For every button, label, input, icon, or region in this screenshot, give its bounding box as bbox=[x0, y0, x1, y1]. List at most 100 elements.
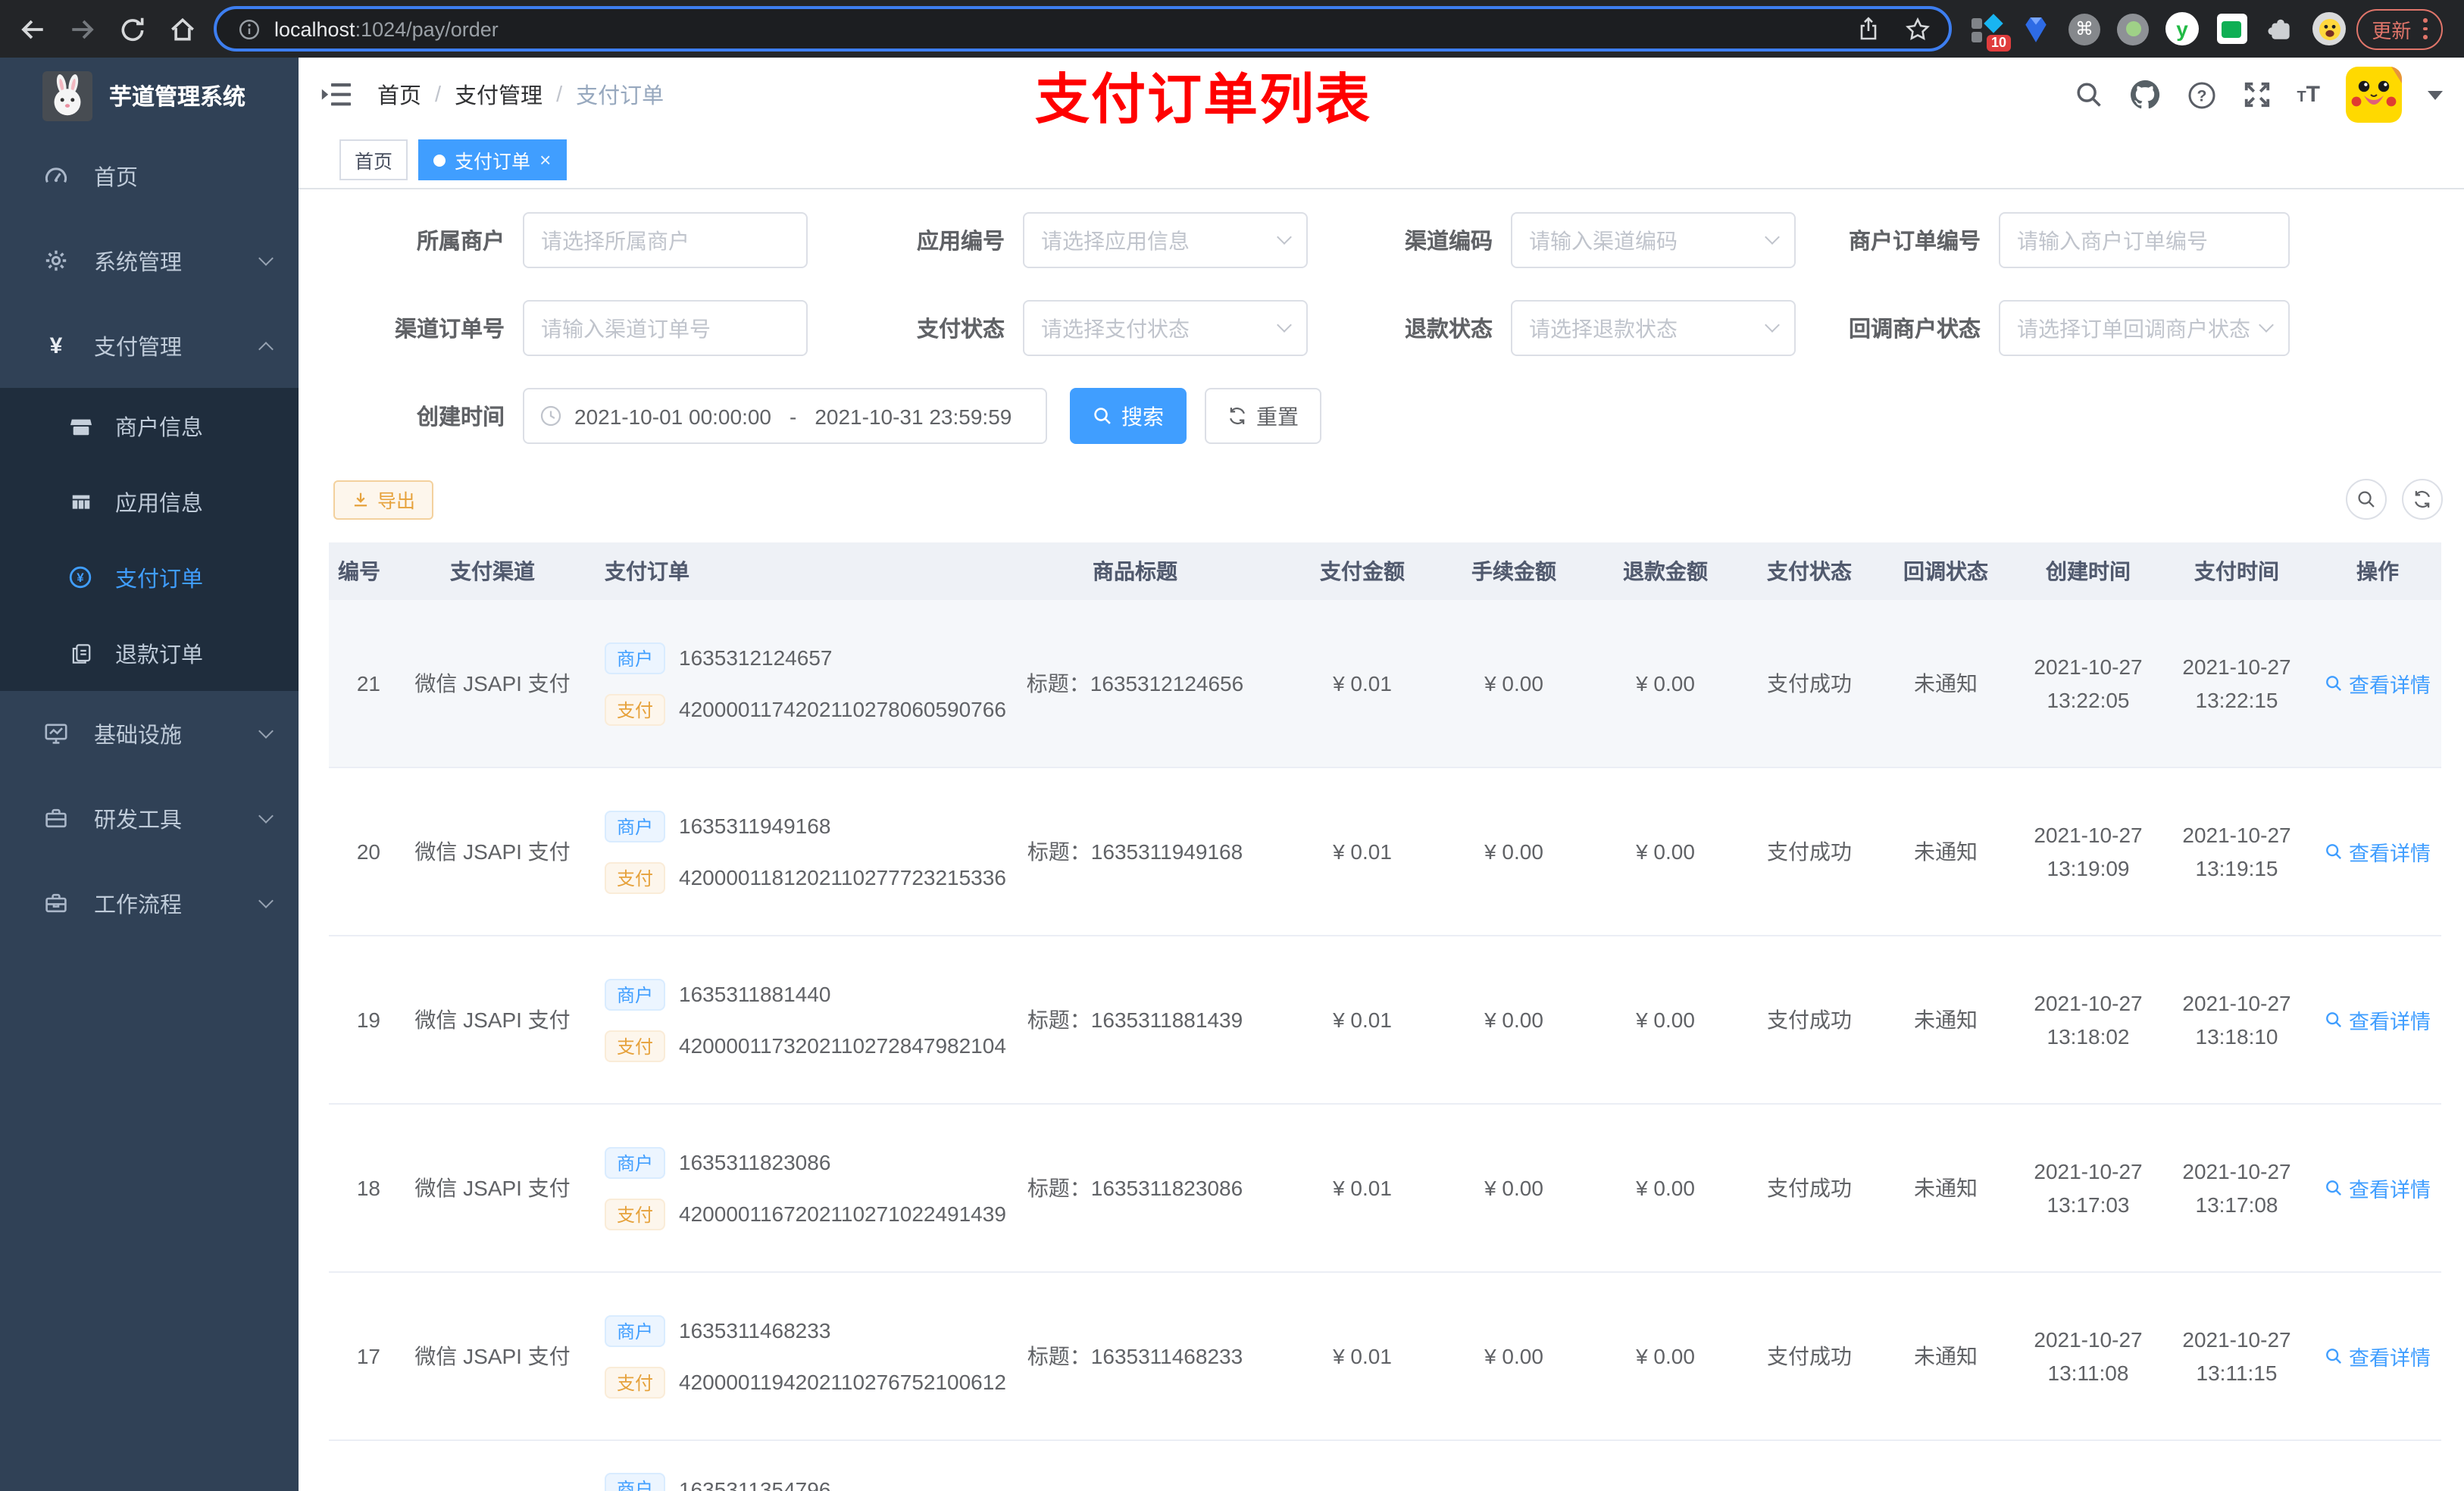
filter-notify-status: 回调商户状态 bbox=[1820, 300, 2329, 356]
show-search-toggle-button[interactable] bbox=[2346, 479, 2387, 520]
notify-status: 未通知 bbox=[1914, 1344, 1978, 1368]
pay-channel: 微信 JSAPI 支付 bbox=[414, 1344, 571, 1368]
sidebar-item-infrastructure[interactable]: 基础设施 bbox=[0, 691, 299, 776]
screen: localhost:1024/pay/order 10 ⌘ y 更新 芋道管理系… bbox=[0, 0, 2464, 1491]
pay-status: 支付成功 bbox=[1767, 1344, 1852, 1368]
export-button[interactable]: 导出 bbox=[333, 480, 434, 519]
extension-icon-4[interactable] bbox=[2117, 13, 2149, 45]
profile-emoji-icon[interactable] bbox=[2312, 12, 2346, 45]
bookmark-star-icon[interactable] bbox=[1905, 16, 1931, 42]
extension-icon-3[interactable]: ⌘ bbox=[2068, 13, 2100, 45]
paid-time-cell: 2021-10-27 13:19:15 bbox=[2182, 823, 2291, 880]
close-icon[interactable]: × bbox=[539, 150, 551, 170]
reload-icon[interactable] bbox=[118, 14, 147, 43]
font-size-icon[interactable]: TT bbox=[2297, 83, 2320, 107]
breadcrumb-pay[interactable]: 支付管理 bbox=[455, 79, 543, 111]
url-bar[interactable]: localhost:1024/pay/order bbox=[214, 6, 1952, 52]
sidebar-item-refund-order[interactable]: 退款订单 bbox=[0, 615, 299, 691]
help-icon[interactable]: ? bbox=[2186, 80, 2216, 110]
site-info-icon[interactable] bbox=[238, 17, 261, 40]
yen-icon: ¥ bbox=[49, 333, 63, 358]
sidebar-item-app-info[interactable]: 应用信息 bbox=[0, 464, 299, 539]
product-title: 标题：1635312124656 bbox=[1026, 671, 1244, 695]
chevron-down-icon bbox=[258, 724, 274, 739]
col-actions: 操作 bbox=[2356, 559, 2399, 583]
refresh-table-button[interactable] bbox=[2402, 479, 2443, 520]
filter-merchant: 所属商户 bbox=[344, 212, 844, 268]
merchant-order-number: 1635311354796 bbox=[679, 1477, 831, 1491]
extension-icon-1[interactable]: 10 bbox=[1972, 13, 2011, 51]
channel-order-no-input[interactable] bbox=[523, 300, 808, 356]
sidebar-item-merchant-info[interactable]: 商户信息 bbox=[0, 388, 299, 464]
pay-channel: 微信 JSAPI 支付 bbox=[414, 671, 571, 695]
tab-home[interactable]: 首页 bbox=[339, 139, 408, 180]
date-range-picker[interactable]: 2021-10-01 00:00:00 - 2021-10-31 23:59:5… bbox=[523, 388, 1047, 444]
breadcrumb: 首页 / 支付管理 / 支付订单 bbox=[377, 79, 664, 111]
view-detail-link[interactable]: 查看详情 bbox=[2325, 1341, 2431, 1371]
sidebar-item-system[interactable]: 系统管理 bbox=[0, 218, 299, 303]
pay-status: 支付成功 bbox=[1767, 671, 1852, 695]
view-detail-link[interactable]: 查看详情 bbox=[2325, 668, 2431, 699]
browser-toolbar: localhost:1024/pay/order 10 ⌘ y 更新 bbox=[0, 0, 2464, 58]
created-time-cell: 2021-10-27 13:17:03 bbox=[2034, 1159, 2143, 1217]
actions-cell: 查看详情 bbox=[2311, 668, 2444, 699]
user-avatar[interactable] bbox=[2346, 67, 2402, 123]
merchant-tag: 商户 bbox=[605, 1146, 666, 1178]
pay-tag: 支付 bbox=[605, 861, 666, 893]
search-icon[interactable] bbox=[2074, 80, 2103, 109]
created-time-cell: 2021-10-27 13:19:09 bbox=[2034, 823, 2143, 880]
merchant-order-number: 1635311881440 bbox=[679, 982, 831, 1006]
sidebar-item-pay-order[interactable]: ¥ 支付订单 bbox=[0, 539, 299, 615]
collapse-sidebar-icon[interactable] bbox=[321, 82, 352, 108]
merchant-order-number: 1635311823086 bbox=[679, 1150, 831, 1174]
search-button[interactable]: 搜索 bbox=[1070, 388, 1187, 444]
app-logo-row[interactable]: 芋道管理系统 bbox=[0, 58, 299, 133]
avatar-dropdown-caret[interactable] bbox=[2428, 90, 2443, 99]
sidebar-item-dev-tools[interactable]: 研发工具 bbox=[0, 776, 299, 861]
pay-amount: ¥ 0.01 bbox=[1333, 1344, 1392, 1368]
view-detail-link[interactable]: 查看详情 bbox=[2325, 836, 2431, 867]
view-detail-link[interactable]: 查看详情 bbox=[2325, 1005, 2431, 1035]
refund-amount: ¥ 0.00 bbox=[1636, 671, 1695, 695]
fullscreen-icon[interactable] bbox=[2242, 80, 2271, 109]
orders-table: 编号 支付渠道 支付订单 商品标题 支付金额 手续金额 退款金额 支付状态 回调… bbox=[329, 542, 2441, 1491]
sidebar-item-home[interactable]: 首页 bbox=[0, 133, 299, 218]
pay-status-select[interactable] bbox=[1023, 300, 1308, 356]
breadcrumb-home[interactable]: 首页 bbox=[377, 79, 421, 111]
sidebar-item-pay[interactable]: ¥ 支付管理 bbox=[0, 303, 299, 388]
merchant-order-no-input[interactable] bbox=[1999, 212, 2290, 268]
merchant-order-number: 1635312124657 bbox=[679, 645, 833, 670]
shop-icon bbox=[68, 414, 92, 437]
page-content: 所属商户 应用编号 渠道编码 商户订单编号 渠道订单号 bbox=[299, 189, 2464, 1491]
order-id: 20 bbox=[356, 839, 380, 864]
notify-status: 未通知 bbox=[1914, 1176, 1978, 1200]
back-icon[interactable] bbox=[18, 14, 47, 43]
home-icon[interactable] bbox=[168, 14, 197, 43]
document-copy-icon bbox=[68, 642, 92, 664]
tab-pay-order[interactable]: 支付订单 × bbox=[418, 139, 567, 180]
extension-icon-6[interactable] bbox=[2215, 13, 2247, 45]
notify-status: 未通知 bbox=[1914, 1008, 1978, 1032]
reset-button[interactable]: 重置 bbox=[1205, 388, 1321, 444]
github-icon[interactable] bbox=[2128, 79, 2160, 111]
merchant-input[interactable] bbox=[523, 212, 808, 268]
extension-icon-5[interactable]: y bbox=[2165, 12, 2199, 45]
date-end: 2021-10-31 23:59:59 bbox=[815, 404, 1012, 428]
extension-icon-2[interactable] bbox=[2020, 13, 2052, 45]
refund-status-select[interactable] bbox=[1511, 300, 1796, 356]
dashboard-icon bbox=[44, 164, 68, 188]
notify-status-select[interactable] bbox=[1999, 300, 2290, 356]
share-icon[interactable] bbox=[1856, 17, 1881, 41]
app-select[interactable] bbox=[1023, 212, 1308, 268]
pay-tag: 支付 bbox=[605, 1030, 666, 1061]
view-detail-link[interactable]: 查看详情 bbox=[2325, 1173, 2431, 1203]
channel-code-select[interactable] bbox=[1511, 212, 1796, 268]
forward-icon[interactable] bbox=[68, 14, 97, 43]
extensions-puzzle-icon[interactable] bbox=[2264, 13, 2296, 45]
sidebar-item-workflow[interactable]: 工作流程 bbox=[0, 861, 299, 946]
chevron-down-icon bbox=[258, 808, 274, 824]
pay-order-cell: 商户 1635311468233 支付 42000011942021102767… bbox=[605, 1314, 1006, 1398]
browser-menu-icon[interactable] bbox=[2423, 18, 2428, 39]
browser-update-button[interactable]: 更新 bbox=[2356, 8, 2443, 49]
pay-amount: ¥ 0.01 bbox=[1333, 671, 1392, 695]
